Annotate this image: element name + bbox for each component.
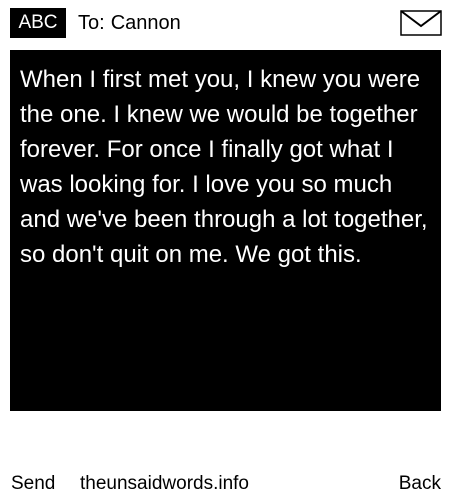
message-body-field[interactable]: When I first met you, I knew you were th… <box>10 50 441 411</box>
envelope-icon <box>400 10 442 36</box>
input-mode-badge[interactable]: ABC <box>10 8 66 38</box>
site-label: theunsaidwords.info <box>80 473 249 494</box>
recipient-field[interactable]: To: Cannon <box>78 8 181 38</box>
recipient-name: Cannon <box>110 12 181 34</box>
send-button[interactable]: Send <box>11 470 55 498</box>
back-button[interactable]: Back <box>399 470 441 498</box>
message-header: ABC To: Cannon <box>0 0 450 46</box>
recipient-prefix: To: <box>78 12 105 34</box>
softkey-bar: Send theunsaidwords.info Back <box>0 470 450 498</box>
message-text: When I first met you, I knew you were th… <box>20 66 428 268</box>
